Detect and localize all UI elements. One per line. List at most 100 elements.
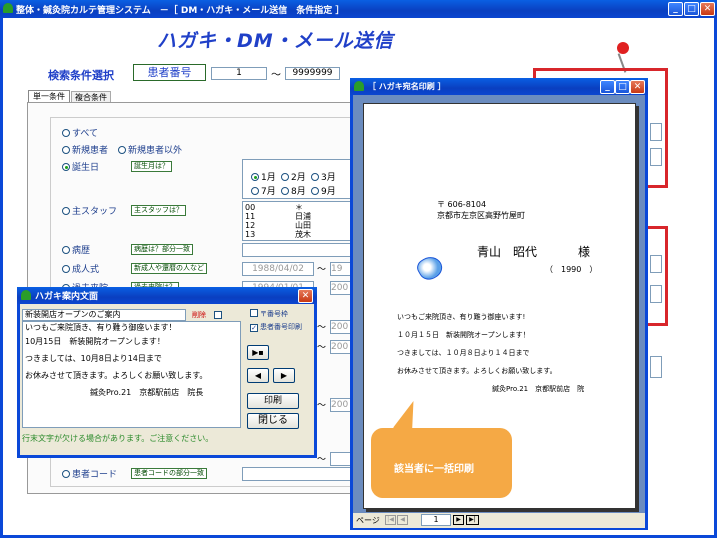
minimize-button[interactable]: _ [668,2,683,16]
subject-input[interactable]: 新装開店オープンのご案内 [22,309,186,321]
range-input-3[interactable]: 200 [330,398,352,412]
delete-checkbox[interactable] [214,311,222,319]
range-input-4[interactable] [330,452,352,466]
adult-from-input[interactable]: 1988/04/02 [242,262,314,276]
range-input-1[interactable]: 200 [330,320,352,334]
staff-row[interactable]: 00 ＊ [245,203,349,212]
staff-row[interactable]: 12 山田 [245,221,349,230]
postcard-line: １０月１５日 新装開院オープンします！ [397,331,530,339]
range-tilde-2: ～ [317,343,327,353]
dialog-note: 行末文字が欠ける場合があります。ご注意ください。 [22,434,214,443]
preview-app-icon [354,81,364,91]
window-title: 整体・鍼灸院カルテ管理システム －［ DM・ハガキ・メール送信 条件指定 ］ [16,5,345,16]
history-input[interactable] [242,243,352,257]
text-dialog-title: ハガキ案内文面 [35,292,99,302]
radio-not-new[interactable] [118,146,126,154]
radio-new[interactable] [62,146,70,154]
app-icon [3,3,13,13]
radio-history[interactable] [62,246,70,254]
text-dialog-titlebar: ハガキ案内文面 ✕ [17,287,317,304]
kanja-checkbox[interactable]: ✓ 患者番号印刷 [250,322,302,332]
postcard-address: 京都市左京区高野竹屋町 [437,211,525,220]
range-tilde-3: ～ [317,401,327,411]
month-3[interactable]: 3月 [311,170,336,183]
search-from-input[interactable]: 1 [211,67,267,80]
postcard-honorific: 様 [578,245,591,259]
month-1[interactable]: 1月 [251,170,276,183]
staff-row[interactable]: 13 茂木 [245,230,349,239]
postcard-line: いつもご来院頂き、有り難う御座います! [397,313,526,321]
adult-button[interactable]: 新成人や還暦の人など [131,263,207,274]
pager-last-button[interactable]: ▶| [466,515,479,525]
past-to-input[interactable]: 200 [330,281,352,295]
body-line: 10月15日 新装開院オープンします！ [25,337,165,346]
preview-minimize-button[interactable]: _ [600,80,615,94]
side-input-4[interactable] [650,285,662,303]
history-button[interactable]: 病歴は？部分一致 [131,244,193,255]
birthday-button[interactable]: 誕生月は？ [131,161,172,172]
postcard-year: （ 1990 ） [545,265,598,274]
callout-text: 該当者に一括印刷 [394,464,474,475]
close-button[interactable]: ✕ [700,2,715,16]
cond-new[interactable]: 新規患者 [62,143,108,156]
range-input-2[interactable]: 200 [330,340,352,354]
yubin-checkbox[interactable]: 〒番号枠 [250,309,288,319]
cond-adult[interactable]: 成人式 [62,262,99,275]
delete-label[interactable]: 削除 [192,310,206,320]
staff-row[interactable]: 11 日浦 [245,212,349,221]
postcard-postal: 〒 606-8104 [437,200,487,209]
print-button[interactable]: 印刷 [247,393,299,409]
radio-birthday[interactable] [62,163,70,171]
staff-list[interactable]: 00 ＊ 11 日浦 12 山田 13 茂木 [242,201,352,241]
month-8[interactable]: 8月 [281,184,306,197]
postcard-line: お休みさせて頂きます。よろしくお願い致します。 [397,367,557,375]
cond-history[interactable]: 病歴 [62,243,90,256]
pager-next-button[interactable]: ▶ [453,515,464,525]
nav-next-button[interactable]: ▶ [273,368,295,383]
patient-code-input[interactable] [242,467,352,481]
body-line: いつもご来院頂き、有り難う御座います！ [25,323,177,332]
search-to-input[interactable]: 9999999 [285,67,340,80]
cond-birthday[interactable]: 誕生日 [62,160,99,173]
postcard-name: 青山 昭代 [477,245,538,259]
search-tilde: ～ [271,70,281,81]
search-label: 検索条件選択 [48,69,114,82]
cond-staff[interactable]: 主スタッフ [62,204,117,217]
month-7[interactable]: 7月 [251,184,276,197]
side-input-1[interactable] [650,123,662,141]
adult-to-input[interactable]: 19 [330,262,352,276]
body-textarea[interactable]: いつもご来院頂き、有り難う御座います！ 10月15日 新装開院オープンします！ … [22,321,241,428]
nav-prev-button[interactable]: ◀ [247,368,269,383]
postcard-line: 鍼灸Pro.21 京都駅前店 院 [492,385,585,393]
nav-first-button[interactable]: ▶▪ [247,345,269,360]
preview-maximize-button[interactable]: □ [615,80,630,94]
range-tilde-1: ～ [317,323,327,333]
main-titlebar: 整体・鍼灸院カルテ管理システム －［ DM・ハガキ・メール送信 条件指定 ］ _… [0,0,717,18]
pager-first-button[interactable]: |◀ [385,515,396,525]
radio-patient-code[interactable] [62,470,70,478]
month-2[interactable]: 2月 [281,170,306,183]
page-label: ページ [356,516,380,525]
pager-prev-button[interactable]: ◀ [397,515,408,525]
text-dialog-close-button[interactable]: ✕ [298,289,313,303]
maximize-button[interactable]: □ [684,2,699,16]
page-input[interactable]: 1 [421,514,451,526]
side-input-5[interactable] [650,356,662,378]
preview-close-button[interactable]: ✕ [630,80,645,94]
side-input-2[interactable] [650,148,662,166]
search-field-select[interactable]: 患者番号 [133,64,206,81]
body-line: つきましては、10月8日より14日まで [25,354,162,363]
cond-all[interactable]: すべて [62,126,98,139]
close-dialog-button[interactable]: 閉じる [247,413,299,429]
radio-staff[interactable] [62,207,70,215]
month-9[interactable]: 9月 [311,184,336,197]
side-input-3[interactable] [650,255,662,273]
cond-patient-code[interactable]: 患者コード [62,467,117,480]
staff-button[interactable]: 主スタッフは？ [131,205,186,216]
cond-not-new[interactable]: 新規患者以外 [118,143,182,156]
preview-title: ［ ハガキ宛名印刷 ］ [368,82,446,91]
radio-adult[interactable] [62,265,70,273]
radio-all[interactable] [62,129,70,137]
patient-code-button[interactable]: 患者コードの部分一致 [131,468,207,479]
dialog-app-icon [21,290,31,300]
